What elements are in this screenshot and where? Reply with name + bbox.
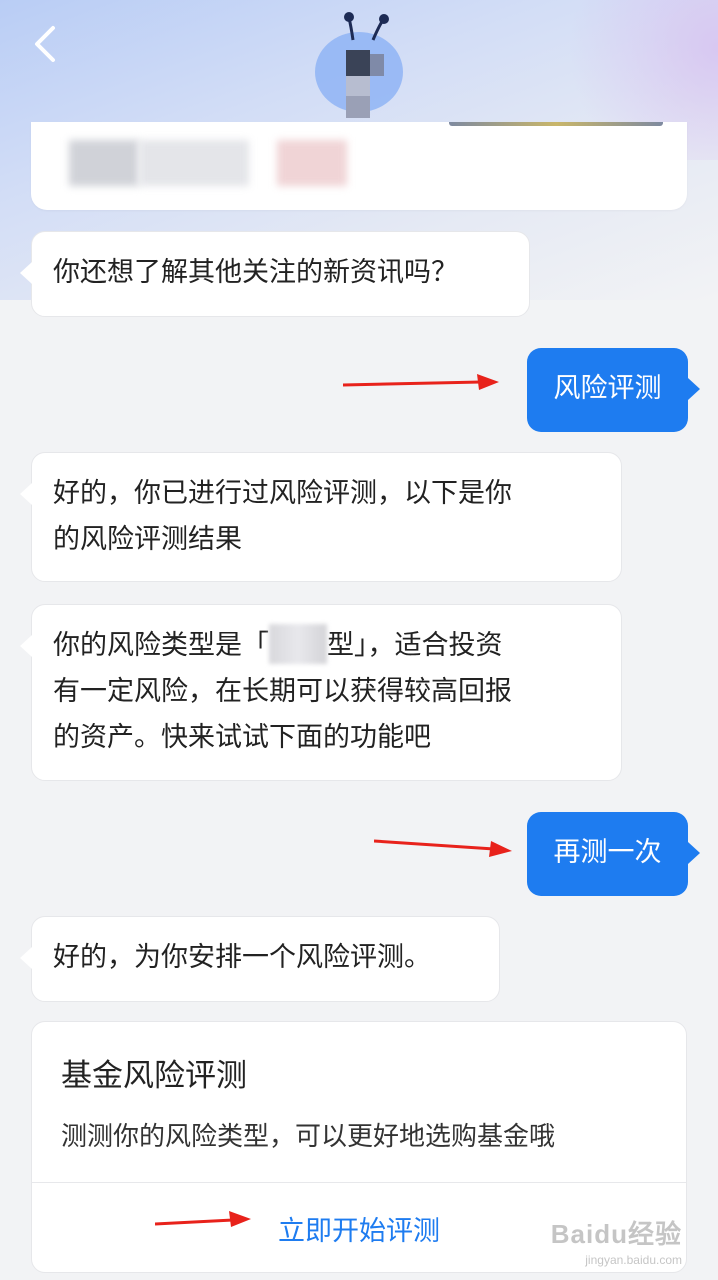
annotation-arrow	[343, 374, 499, 390]
avatar-pixelated-block	[346, 96, 370, 118]
avatar-pixelated-block	[346, 50, 370, 76]
chevron-left-icon	[35, 26, 55, 62]
annotation-arrow	[374, 839, 512, 857]
news-image-edge	[449, 122, 663, 126]
message-line: 你的风险类型是「 型」，适合投资	[53, 623, 601, 669]
avatar-pixelated-block	[346, 76, 370, 96]
avatar-pixelated-block	[370, 54, 384, 76]
message-line: 的资产。快来试试下面的功能吧	[53, 722, 431, 753]
censored-risk-type	[269, 623, 327, 664]
message-text: 型」，适合投资	[327, 630, 503, 661]
previous-news-card[interactable]	[31, 122, 687, 210]
antenna-icon	[344, 12, 389, 41]
back-button[interactable]	[28, 24, 62, 64]
message-text: 你的风险类型是「	[53, 630, 269, 661]
message-line: 有一定风险，在长期可以获得较高回报	[53, 676, 512, 707]
message-text: 风险评测	[553, 373, 662, 404]
annotation-arrow	[155, 1211, 251, 1227]
card-title: 基金风险评测	[61, 1058, 247, 1094]
blurred-content	[69, 140, 139, 186]
message-text: 你还想了解其他关注的新资讯吗？	[53, 257, 458, 288]
user-message: 风险评测	[527, 348, 700, 432]
user-message: 再测一次	[527, 812, 700, 896]
bot-message: 你还想了解其他关注的新资讯吗？	[20, 231, 530, 317]
message-text: 好的，为你安排一个风险评测。	[53, 942, 431, 973]
card-description: 测测你的风险类型，可以更好地选购基金哦	[61, 1122, 556, 1152]
message-line: 好的，你已进行过风险评测，以下是你	[53, 478, 512, 509]
bot-message: 好的，为你安排一个风险评测。	[20, 916, 500, 1002]
message-text: 再测一次	[553, 837, 662, 868]
blurred-content	[139, 140, 249, 186]
blurred-content	[277, 140, 347, 186]
bot-message: 好的，你已进行过风险评测，以下是你 的风险评测结果	[20, 452, 622, 582]
watermark: Baidu经验 jingyan.baidu.com	[551, 1214, 682, 1267]
watermark-logo: Baidu经验	[550, 1219, 682, 1249]
bot-message: 你的风险类型是「 型」，适合投资 有一定风险，在长期可以获得较高回报 的资产。快来…	[20, 604, 622, 781]
message-line: 的风险评测结果	[53, 524, 242, 555]
watermark-url: jingyan.baidu.com	[585, 1253, 682, 1267]
assistant-avatar[interactable]	[313, 10, 405, 122]
